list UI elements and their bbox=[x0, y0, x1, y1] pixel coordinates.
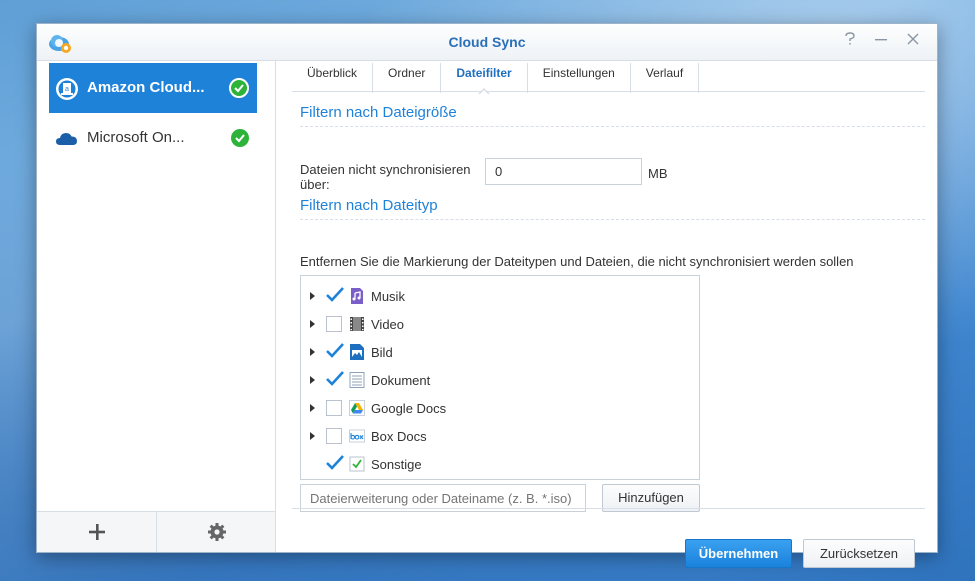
tab-einstellungen[interactable]: Einstellungen bbox=[528, 63, 631, 93]
list-item[interactable]: Video bbox=[301, 310, 699, 338]
file-type-tree: Musik Video Bild Dokument Google Docs Bo… bbox=[300, 275, 700, 480]
type-filter-title: Filtern nach Dateityp bbox=[300, 197, 438, 214]
box-icon bbox=[349, 429, 365, 443]
account-amazon-cloud[interactable]: a Amazon Cloud... bbox=[49, 63, 257, 113]
other-file-icon bbox=[349, 456, 365, 472]
title-bar: Cloud Sync bbox=[37, 24, 937, 61]
onedrive-cloud-icon bbox=[56, 133, 77, 145]
expand-arrow-icon[interactable] bbox=[310, 432, 315, 440]
reset-button[interactable]: Zurücksetzen bbox=[803, 539, 915, 568]
account-microsoft-onedrive[interactable]: Microsoft On... bbox=[49, 113, 257, 163]
tab-verlauf[interactable]: Verlauf bbox=[631, 63, 700, 93]
checkbox-checked[interactable] bbox=[326, 343, 344, 360]
list-item[interactable]: Bild bbox=[301, 338, 699, 366]
google-drive-icon bbox=[349, 400, 365, 416]
video-file-icon bbox=[350, 317, 364, 331]
item-label: Bild bbox=[371, 345, 393, 360]
window-title: Cloud Sync bbox=[448, 34, 526, 50]
status-ok-icon bbox=[229, 78, 249, 98]
settings-button[interactable] bbox=[156, 512, 276, 552]
tab-bar: Überblick Ordner Dateifilter Einstellung… bbox=[292, 61, 925, 95]
size-unit: MB bbox=[648, 166, 668, 181]
help-button[interactable] bbox=[840, 32, 860, 52]
tab-dateifilter[interactable]: Dateifilter bbox=[441, 63, 528, 95]
svg-text:a: a bbox=[65, 86, 69, 93]
size-filter-title: Filtern nach Dateigröße bbox=[300, 104, 457, 121]
amazon-cloud-drive-icon: a bbox=[56, 78, 78, 100]
document-file-icon bbox=[349, 372, 365, 388]
item-label: Box Docs bbox=[371, 429, 427, 444]
close-button[interactable] bbox=[903, 32, 923, 52]
cloud-sync-window: Cloud Sync a Amazon Cloud... Microsoft O… bbox=[36, 23, 938, 568]
item-label: Musik bbox=[371, 289, 405, 304]
section-divider bbox=[300, 126, 925, 127]
item-label: Dokument bbox=[371, 373, 431, 388]
account-label: Microsoft On... bbox=[87, 129, 185, 146]
expand-arrow-icon[interactable] bbox=[310, 348, 315, 356]
image-file-icon bbox=[350, 344, 364, 360]
size-filter-label: Dateien nicht synchronisieren über: bbox=[300, 162, 471, 192]
section-divider bbox=[300, 219, 925, 220]
item-label: Video bbox=[371, 317, 405, 332]
sidebar-toolbar bbox=[37, 511, 275, 552]
status-ok-icon bbox=[231, 129, 249, 147]
minimize-icon bbox=[875, 39, 887, 41]
expand-arrow-icon[interactable] bbox=[310, 292, 315, 300]
list-item[interactable]: Google Docs bbox=[301, 394, 699, 422]
gear-icon bbox=[207, 523, 226, 541]
plus-icon bbox=[88, 524, 105, 540]
list-item[interactable]: Dokument bbox=[301, 366, 699, 394]
account-label: Amazon Cloud... bbox=[87, 79, 205, 96]
checkbox-checked[interactable] bbox=[326, 371, 344, 388]
minimize-button[interactable] bbox=[871, 32, 891, 52]
close-icon bbox=[907, 33, 919, 45]
checkbox-checked[interactable] bbox=[326, 287, 344, 304]
expand-arrow-icon[interactable] bbox=[310, 404, 315, 412]
account-sidebar: a Amazon Cloud... Microsoft On... bbox=[37, 61, 276, 552]
checkbox-unchecked[interactable] bbox=[326, 428, 342, 444]
max-size-input[interactable] bbox=[485, 158, 642, 185]
list-item[interactable]: Box Docs bbox=[301, 422, 699, 450]
checkbox-unchecked[interactable] bbox=[326, 400, 342, 416]
tab-ueberblick[interactable]: Überblick bbox=[292, 63, 374, 93]
checkbox-checked[interactable] bbox=[326, 455, 344, 472]
main-panel: Überblick Ordner Dateifilter Einstellung… bbox=[292, 61, 925, 568]
expand-arrow-icon[interactable] bbox=[310, 320, 315, 328]
item-label: Sonstige bbox=[371, 457, 422, 472]
tab-ordner[interactable]: Ordner bbox=[373, 63, 442, 93]
footer-divider bbox=[292, 508, 925, 509]
checkbox-unchecked[interactable] bbox=[326, 316, 342, 332]
apply-button[interactable]: Übernehmen bbox=[685, 539, 792, 568]
help-icon bbox=[845, 32, 855, 45]
expand-arrow-icon[interactable] bbox=[310, 376, 315, 384]
type-filter-description: Entfernen Sie die Markierung der Dateity… bbox=[300, 254, 854, 269]
list-item[interactable]: Musik bbox=[301, 282, 699, 310]
list-item[interactable]: Sonstige bbox=[301, 450, 699, 478]
music-file-icon bbox=[351, 288, 363, 304]
add-account-button[interactable] bbox=[37, 512, 156, 552]
item-label: Google Docs bbox=[371, 401, 447, 416]
